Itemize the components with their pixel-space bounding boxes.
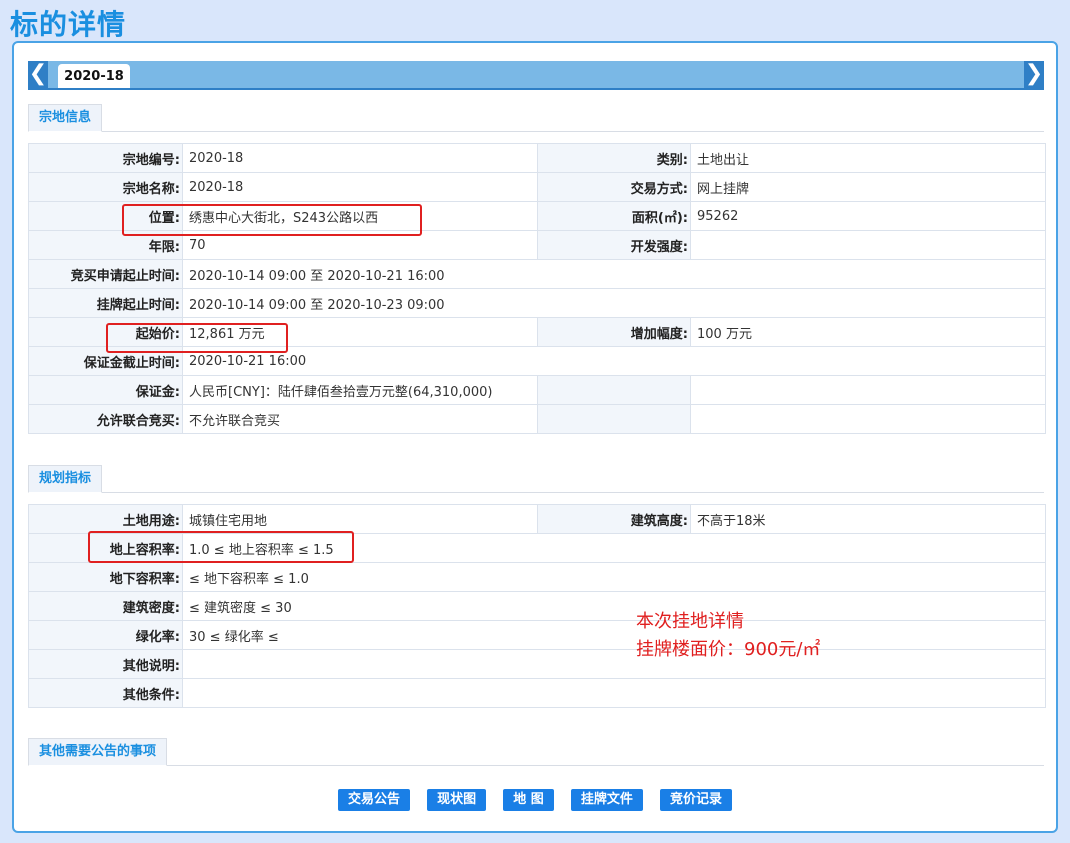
table-row: 保证金: 人民币[CNY]：陆仟肆佰叁拾壹万元整(64,310,000): [28, 375, 1046, 405]
parcel-no-label: 宗地编号:: [28, 143, 183, 173]
table-row: 绿化率: 30 ≤ 绿化率 ≤: [28, 620, 1046, 650]
status-map-button[interactable]: 现状图: [427, 789, 487, 811]
table-row: 保证金截止时间: 2020-10-21 16:00: [28, 346, 1046, 376]
other-desc-label: 其他说明:: [28, 649, 183, 679]
parcel-name-label: 宗地名称:: [28, 172, 183, 202]
trade-mode-value: 网上挂牌: [690, 172, 1046, 202]
chevron-right-icon[interactable]: ❯: [1024, 61, 1044, 88]
listing-docs-button[interactable]: 挂牌文件: [570, 789, 643, 811]
table-row: 年限: 70 开发强度:: [28, 230, 1046, 260]
table-row: 允许联合竞买: 不允许联合竞买: [28, 404, 1046, 434]
section-other: 其他需要公告的事项: [28, 737, 1044, 766]
term-label: 年限:: [28, 230, 183, 260]
location-label: 位置:: [28, 201, 183, 231]
table-row: 其他说明:: [28, 649, 1046, 679]
other-cond-label: 其他条件:: [28, 678, 183, 708]
parcel-no-value: 2020-18: [182, 143, 538, 173]
empty-cell: [537, 375, 691, 405]
land-info-table: 宗地编号: 2020-18 类别: 土地出让 宗地名称: 2020-18 交易方…: [28, 143, 1046, 434]
far-below-label: 地下容积率:: [28, 562, 183, 592]
table-row: 宗地编号: 2020-18 类别: 土地出让: [28, 143, 1046, 173]
tab-2020-18[interactable]: 2020-18: [58, 64, 130, 88]
bid-apply-time-label: 竞买申请起止时间:: [28, 259, 183, 289]
area-label: 面积(㎡):: [537, 201, 691, 231]
listing-time-label: 挂牌起止时间:: [28, 288, 183, 318]
height-label: 建筑高度:: [537, 504, 691, 534]
start-price-value: 12,861 万元: [182, 317, 538, 347]
empty-cell: [690, 375, 1046, 405]
table-row: 土地用途: 城镇住宅用地 建筑高度: 不高于18米: [28, 504, 1046, 534]
section-planning-label: 规划指标: [28, 465, 103, 493]
table-row: 起始价: 12,861 万元 增加幅度: 100 万元: [28, 317, 1046, 347]
page-title: 标的详情: [10, 8, 127, 41]
other-desc-value: [182, 649, 1046, 679]
deposit-label: 保证金:: [28, 375, 183, 405]
density-label: 建筑密度:: [28, 591, 183, 621]
annotation-line-2: 挂牌楼面价：900元/㎡: [636, 639, 821, 660]
empty-cell: [537, 404, 691, 434]
term-value: 70: [182, 230, 538, 260]
far-below-value: ≤ 地下容积率 ≤ 1.0: [182, 562, 1046, 592]
announcement-button[interactable]: 交易公告: [338, 789, 411, 811]
map-button[interactable]: 地 图: [503, 789, 554, 811]
height-value: 不高于18米: [690, 504, 1046, 534]
joint-bid-label: 允许联合竞买:: [28, 404, 183, 434]
deposit-deadline-value: 2020-10-21 16:00: [182, 346, 1046, 376]
bid-apply-time-value: 2020-10-14 09:00 至 2020-10-21 16:00: [182, 259, 1046, 289]
section-planning: 规划指标: [28, 464, 1044, 493]
planning-table: 土地用途: 城镇住宅用地 建筑高度: 不高于18米 地上容积率: 1.0 ≤ 地…: [28, 504, 1046, 708]
area-value: 95262: [690, 201, 1046, 231]
category-value: 土地出让: [690, 143, 1046, 173]
annotation-line-1: 本次挂地详情: [636, 611, 744, 632]
empty-cell: [690, 404, 1046, 434]
green-label: 绿化率:: [28, 620, 183, 650]
dev-intensity-label: 开发强度:: [537, 230, 691, 260]
far-above-label: 地上容积率:: [28, 533, 183, 563]
increment-label: 增加幅度:: [537, 317, 691, 347]
location-value: 绣惠中心大街北，S243公路以西: [182, 201, 538, 231]
action-button-row: 交易公告 现状图 地 图 挂牌文件 竞价记录: [14, 788, 1056, 811]
table-row: 建筑密度: ≤ 建筑密度 ≤ 30: [28, 591, 1046, 621]
deposit-value: 人民币[CNY]：陆仟肆佰叁拾壹万元整(64,310,000): [182, 375, 538, 405]
far-above-value: 1.0 ≤ 地上容积率 ≤ 1.5: [182, 533, 1046, 563]
table-row: 地上容积率: 1.0 ≤ 地上容积率 ≤ 1.5: [28, 533, 1046, 563]
section-land-info: 宗地信息: [28, 103, 1044, 132]
table-row: 地下容积率: ≤ 地下容积率 ≤ 1.0: [28, 562, 1046, 592]
dev-intensity-value: [690, 230, 1046, 260]
chevron-left-icon[interactable]: ❮: [28, 61, 48, 88]
table-row: 位置: 绣惠中心大街北，S243公路以西 面积(㎡): 95262: [28, 201, 1046, 231]
section-land-info-label: 宗地信息: [28, 104, 103, 132]
land-use-label: 土地用途:: [28, 504, 183, 534]
category-label: 类别:: [537, 143, 691, 173]
detail-panel: ❮ 2020-18 ❯ 宗地信息 宗地编号: 2020-18 类别: 土地出让 …: [12, 41, 1058, 833]
deposit-deadline-label: 保证金截止时间:: [28, 346, 183, 376]
listing-time-value: 2020-10-14 09:00 至 2020-10-23 09:00: [182, 288, 1046, 318]
density-value: ≤ 建筑密度 ≤ 30: [182, 591, 1046, 621]
land-use-value: 城镇住宅用地: [182, 504, 538, 534]
tab-bar: ❮ 2020-18 ❯: [28, 61, 1044, 90]
table-row: 挂牌起止时间: 2020-10-14 09:00 至 2020-10-23 09…: [28, 288, 1046, 318]
annotation-note: 本次挂地详情 挂牌楼面价：900元/㎡: [636, 608, 820, 664]
start-price-label: 起始价:: [28, 317, 183, 347]
section-other-label: 其他需要公告的事项: [28, 738, 168, 766]
trade-mode-label: 交易方式:: [537, 172, 691, 202]
parcel-name-value: 2020-18: [182, 172, 538, 202]
bid-records-button[interactable]: 竞价记录: [659, 789, 732, 811]
table-row: 竞买申请起止时间: 2020-10-14 09:00 至 2020-10-21 …: [28, 259, 1046, 289]
table-row: 宗地名称: 2020-18 交易方式: 网上挂牌: [28, 172, 1046, 202]
green-value: 30 ≤ 绿化率 ≤: [182, 620, 1046, 650]
table-row: 其他条件:: [28, 678, 1046, 708]
joint-bid-value: 不允许联合竞买: [182, 404, 538, 434]
other-cond-value: [182, 678, 1046, 708]
increment-value: 100 万元: [690, 317, 1046, 347]
